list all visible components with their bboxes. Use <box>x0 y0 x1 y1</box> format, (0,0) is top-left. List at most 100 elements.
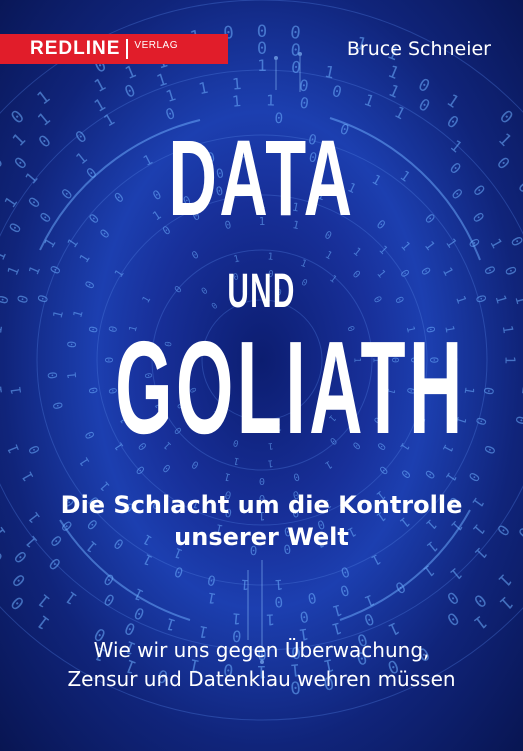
binary-digit: 1 <box>495 591 516 613</box>
binary-digit: 1 <box>164 614 178 634</box>
binary-digit: 0 <box>338 563 351 581</box>
binary-digit: 0 <box>330 82 343 102</box>
binary-digit: 1 <box>323 250 334 263</box>
binary-digit: 0 <box>8 107 29 129</box>
binary-digit: 0 <box>422 467 439 482</box>
binary-digit: 1 <box>42 236 60 251</box>
binary-digit: 0 <box>495 107 516 129</box>
binary-digit: 0 <box>292 470 301 482</box>
tagline-line-2: Zensur und Datenklau wehren müssen <box>67 667 456 691</box>
binary-digit: 0 <box>514 177 523 196</box>
book-cover: 1110100011100000000101101001111010010010… <box>0 0 523 751</box>
binary-digit: 0 <box>480 264 498 278</box>
binary-digit: 1 <box>231 75 242 94</box>
title-line-data: DATA <box>168 117 355 238</box>
binary-digit: 1 <box>33 108 53 130</box>
binary-digit: 0 <box>298 76 310 95</box>
binary-digit: 1 <box>376 243 390 257</box>
binary-digit: 0 <box>470 590 490 612</box>
binary-digit: 0 <box>206 571 217 588</box>
binary-digit: 1 <box>8 129 29 150</box>
binary-digit: 0 <box>59 186 77 203</box>
binary-digit: 1 <box>62 588 81 609</box>
binary-digit: 0 <box>36 293 53 305</box>
binary-digit: 1 <box>266 91 275 109</box>
binary-digit: 0 <box>289 23 301 44</box>
binary-digit: 0 <box>290 57 302 77</box>
binary-digit: 1 <box>447 564 466 584</box>
binary-digit: 1 <box>386 81 403 102</box>
binary-digit: 1 <box>442 236 459 251</box>
binary-digit: 1 <box>0 385 6 396</box>
binary-digit: 0 <box>82 279 98 292</box>
binary-digit: 0 <box>45 371 61 380</box>
binary-digit: 0 <box>338 581 351 599</box>
binary-digit: 0 <box>376 463 390 477</box>
binary-digit: 1 <box>518 385 523 396</box>
publisher-logo: REDLINE VERLAG <box>0 34 228 64</box>
binary-digit: 1 <box>233 253 241 265</box>
binary-digit: 0 <box>160 461 173 475</box>
publisher-imprint: VERLAG <box>134 40 178 51</box>
tagline-line-1: Wie wir uns gegen Überwachung, <box>93 638 430 662</box>
binary-digit: 1 <box>486 236 504 251</box>
binary-digit: 0 <box>48 263 65 277</box>
binary-digit: 0 <box>0 294 13 306</box>
binary-digit: 0 <box>446 159 465 178</box>
binary-digit: 0 <box>0 152 7 172</box>
binary-digit: 1 <box>495 129 516 150</box>
binary-digit: 1 <box>453 294 470 306</box>
binary-digit: 1 <box>440 265 457 279</box>
binary-digit: 0 <box>362 609 377 629</box>
binary-digit: 1 <box>34 611 54 633</box>
binary-digit: 0 <box>511 414 523 426</box>
binary-digit: 0 <box>480 442 498 456</box>
binary-digit: 0 <box>465 469 483 484</box>
author-name: Bruce Schneier <box>346 38 491 60</box>
binary-digit: 0 <box>469 210 487 226</box>
binary-digit: 0 <box>24 193 44 211</box>
binary-digit: 1 <box>240 576 249 593</box>
binary-digit: 0 <box>448 186 466 203</box>
binary-digit: 1 <box>154 70 169 91</box>
binary-digit: 0 <box>480 386 496 396</box>
binary-digit: 1 <box>19 469 37 484</box>
binary-digit: 1 <box>231 92 242 111</box>
binary-digit: 1 <box>447 137 466 157</box>
binary-digit: 0 <box>5 220 25 237</box>
title-line-und: UND <box>227 265 296 318</box>
publisher-name: REDLINE <box>30 38 121 59</box>
binary-digit: 1 <box>351 245 364 259</box>
binary-digit: 1 <box>8 385 25 395</box>
binary-digit: 1 <box>257 56 267 75</box>
binary-digit: 1 <box>495 570 516 591</box>
binary-digit: 1 <box>76 455 93 469</box>
binary-digit: 1 <box>362 91 377 111</box>
subtitle-line-2: unserer Welt <box>174 523 349 551</box>
binary-digit: 0 <box>87 325 101 334</box>
binary-digit: 0 <box>465 236 483 251</box>
binary-digit: 0 <box>15 293 33 305</box>
binary-digit: 1 <box>0 324 6 335</box>
binary-digit: 0 <box>259 475 265 486</box>
binary-digit: 1 <box>1 193 21 211</box>
binary-digit: 0 <box>306 589 317 606</box>
binary-digit: 1 <box>164 86 178 106</box>
binary-digit: 0 <box>493 153 514 173</box>
binary-digit: 0 <box>35 131 55 152</box>
binary-digit: 1 <box>70 309 85 320</box>
binary-digit: 0 <box>257 22 267 42</box>
publisher-divider <box>126 39 129 59</box>
binary-digit: 0 <box>274 593 284 610</box>
binary-digit: 0 <box>134 463 148 477</box>
binary-digit: 1 <box>499 324 516 334</box>
binary-digit: 0 <box>472 415 489 427</box>
binary-digit: 1 <box>197 79 210 98</box>
binary-digit: 0 <box>8 570 29 591</box>
binary-digit: 1 <box>0 248 10 263</box>
binary-digit: 1 <box>72 149 90 169</box>
binary-digit: 1 <box>65 236 82 251</box>
binary-digit: 1 <box>274 576 283 593</box>
binary-digit: 1 <box>492 293 510 305</box>
binary-digit: 0 <box>507 233 523 249</box>
